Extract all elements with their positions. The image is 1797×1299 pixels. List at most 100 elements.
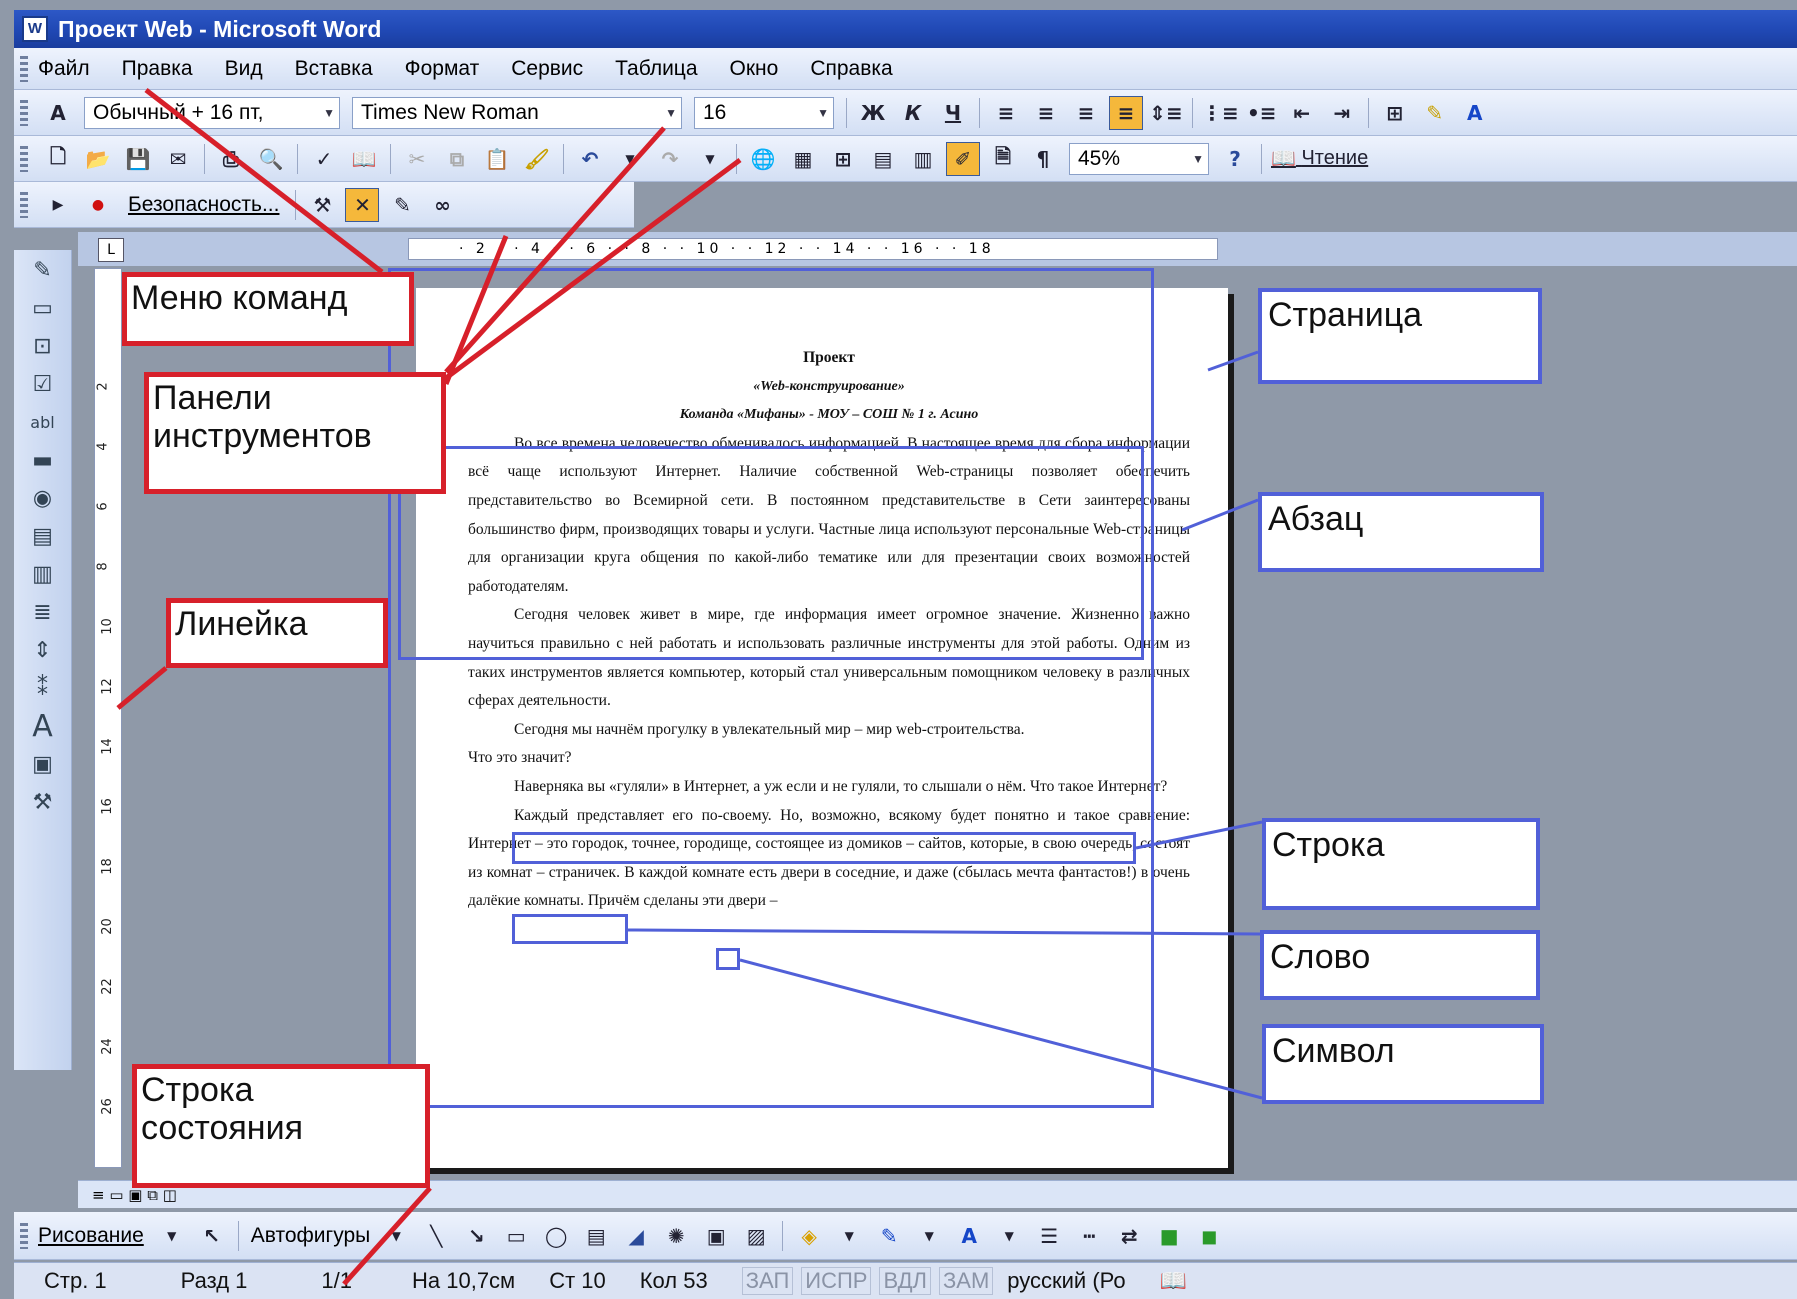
paste-icon[interactable]: 📋	[480, 142, 514, 176]
research-icon[interactable]: 📖	[347, 142, 381, 176]
vertical-ruler[interactable]: 2 4 6 8 10 12 14 16 18 20 22 24 26	[94, 268, 122, 1168]
menu-format[interactable]: Формат	[405, 57, 480, 81]
zoom-combo[interactable]: 45% ▼	[1069, 142, 1209, 175]
menu-help[interactable]: Справка	[810, 57, 892, 81]
redo-icon[interactable]: ↷	[653, 142, 687, 176]
status-ext[interactable]: ВДЛ	[879, 1267, 931, 1295]
document-page[interactable]: Проект «Web-конструирование» Команда «Ми…	[388, 268, 1228, 1168]
chevron-down-icon[interactable]: ▼	[992, 1219, 1026, 1253]
text-icon[interactable]: A	[23, 710, 63, 744]
horizontal-ruler[interactable]: L · 2 · · 4 · · 6 · · 8 · · 10 · · 12 · …	[78, 232, 1797, 266]
text-field-icon[interactable]: abl	[23, 406, 63, 440]
font-color-icon[interactable]: A	[952, 1219, 986, 1253]
highlight-icon[interactable]: ✎	[1418, 96, 1452, 130]
style-combo[interactable]: Обычный + 16 пт, ▼	[84, 96, 340, 129]
edit-icon[interactable]: ✎	[23, 254, 63, 288]
chevron-down-icon[interactable]: ▼	[323, 106, 335, 120]
font-color-icon[interactable]: A	[1458, 96, 1492, 130]
status-ovr[interactable]: ЗАМ	[938, 1267, 994, 1295]
show-hide-icon[interactable]: ¶	[1026, 142, 1060, 176]
insert-excel-icon[interactable]: ▤	[866, 142, 900, 176]
tab-selector[interactable]: L	[98, 238, 124, 262]
hidden-icon[interactable]: ⇕	[23, 634, 63, 668]
drawing-icon[interactable]: ✐	[946, 141, 980, 176]
align-left-icon[interactable]: ≡	[989, 96, 1023, 130]
chevron-down-icon[interactable]: ▼	[912, 1219, 946, 1253]
align-right-icon[interactable]: ≡	[1069, 96, 1103, 130]
3d-icon[interactable]: ◼	[1192, 1219, 1226, 1253]
menu-window[interactable]: Окно	[730, 57, 779, 81]
help-icon[interactable]: ?	[1218, 142, 1252, 176]
bullets-icon[interactable]: •≡	[1245, 96, 1279, 130]
menu-file[interactable]: Файл	[38, 57, 90, 81]
shadow-icon[interactable]: ■	[1152, 1219, 1186, 1253]
submit-icon[interactable]: ▬	[23, 444, 63, 478]
hyperlink-icon[interactable]: 🌐	[746, 142, 780, 176]
password-icon[interactable]: ⁑	[23, 672, 63, 706]
line-color-icon[interactable]: ✎	[872, 1219, 906, 1253]
insert-table-icon[interactable]: ⊞	[826, 142, 860, 176]
dropdown-icon[interactable]: ▥	[23, 558, 63, 592]
tools-icon[interactable]: ⚒	[23, 786, 63, 820]
bold-button[interactable]: Ж	[856, 96, 890, 130]
image-icon[interactable]: ▣	[23, 748, 63, 782]
security-button[interactable]: Безопасность...	[128, 193, 279, 217]
wordart-icon[interactable]: ◢	[619, 1219, 653, 1253]
view-buttons-icon[interactable]: ≡ ▭ ▣ ⧉ ◫	[92, 1186, 177, 1204]
new-document-icon[interactable]: 🗋	[41, 142, 75, 176]
record-icon[interactable]: ●	[81, 188, 115, 222]
align-center-icon[interactable]: ≡	[1029, 96, 1063, 130]
copy-icon[interactable]: ⧉	[440, 142, 474, 176]
visual-basic-icon[interactable]: ✎	[385, 188, 419, 222]
italic-button[interactable]: К	[896, 96, 930, 130]
line-spacing-icon[interactable]: ⇕≡	[1149, 96, 1183, 130]
undo-icon[interactable]: ↶	[573, 142, 607, 176]
print-icon[interactable]: ⎙	[214, 142, 248, 176]
menu-insert[interactable]: Вставка	[295, 57, 373, 81]
chevron-down-icon[interactable]: ▼	[832, 1219, 866, 1253]
menu-tools[interactable]: Сервис	[511, 57, 583, 81]
chevron-down-icon[interactable]: ▼	[693, 142, 727, 176]
chevron-down-icon[interactable]: ▼	[817, 106, 829, 120]
arrow-icon[interactable]: ↘	[459, 1219, 493, 1253]
chevron-down-icon[interactable]: ▼	[665, 106, 677, 120]
chevron-down-icon[interactable]: ▼	[155, 1219, 189, 1253]
toolbar-grip[interactable]	[20, 1222, 28, 1249]
rectangle-icon[interactable]: ▭	[499, 1219, 533, 1253]
toolbar-grip[interactable]	[20, 55, 28, 82]
status-rec[interactable]: ЗАП	[741, 1267, 794, 1295]
cut-icon[interactable]: ✂	[400, 142, 434, 176]
font-combo[interactable]: Times New Roman ▼	[352, 96, 682, 129]
line-style-icon[interactable]: ☰	[1032, 1219, 1066, 1253]
design-mode-icon[interactable]: ✕	[345, 187, 380, 222]
radio-icon[interactable]: ◉	[23, 482, 63, 516]
styles-icon[interactable]: A	[41, 96, 75, 130]
form-icon[interactable]: ▭	[23, 292, 63, 326]
permission-icon[interactable]: ✉	[161, 142, 195, 176]
status-trk[interactable]: ИСПР	[801, 1267, 872, 1295]
borders-icon[interactable]: ⊞	[1378, 96, 1412, 130]
spelling-status-icon[interactable]: 📖	[1160, 1268, 1187, 1294]
toolbar-grip[interactable]	[20, 145, 28, 172]
justify-icon[interactable]: ≡	[1109, 95, 1143, 130]
format-painter-icon[interactable]: 🖌	[520, 142, 554, 176]
decrease-indent-icon[interactable]: ⇤	[1285, 96, 1319, 130]
font-size-combo[interactable]: 16 ▼	[694, 96, 834, 129]
text-area-icon[interactable]: ≣	[23, 596, 63, 630]
arrow-style-icon[interactable]: ⇄	[1112, 1219, 1146, 1253]
numbering-icon[interactable]: ⋮≡	[1202, 96, 1239, 130]
text-box-icon[interactable]: ▤	[579, 1219, 613, 1253]
autoshapes-button[interactable]: Автофигуры	[251, 1224, 370, 1248]
checkbox-icon[interactable]: ☑	[23, 368, 63, 402]
play-icon[interactable]: ▶	[41, 188, 75, 222]
preview-icon[interactable]: ⊡	[23, 330, 63, 364]
columns-icon[interactable]: ▥	[906, 142, 940, 176]
read-button[interactable]: 📖 Чтение	[1271, 142, 1368, 176]
list-box-icon[interactable]: ▤	[23, 520, 63, 554]
toolbox-icon[interactable]: ⚒	[305, 188, 339, 222]
underline-button[interactable]: Ч	[936, 96, 970, 130]
chevron-down-icon[interactable]: ▼	[379, 1219, 413, 1253]
select-objects-icon[interactable]: ↖	[195, 1219, 229, 1253]
toolbar-grip[interactable]	[20, 191, 28, 218]
print-preview-icon[interactable]: 🔍	[254, 142, 288, 176]
